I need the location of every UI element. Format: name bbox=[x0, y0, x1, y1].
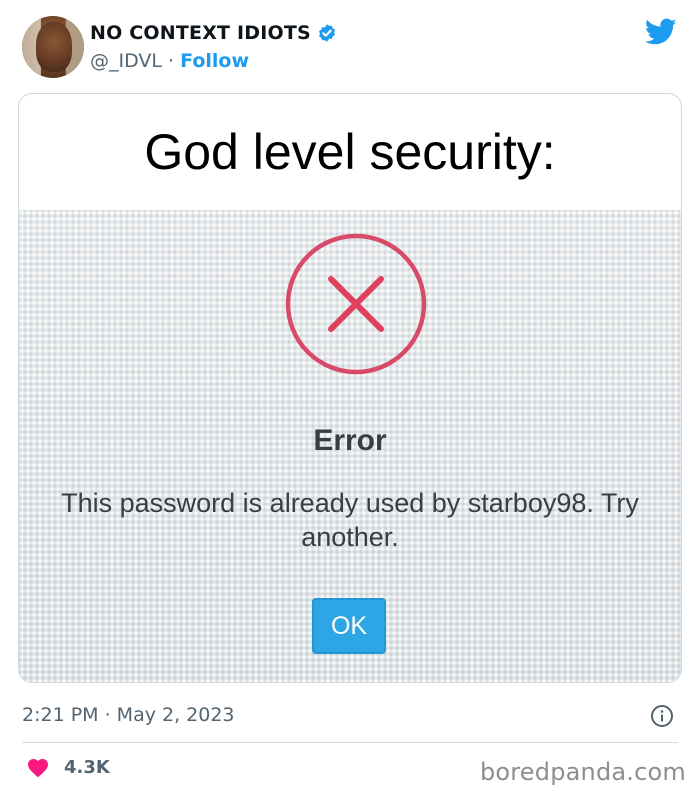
follow-button[interactable]: Follow bbox=[180, 50, 249, 72]
error-title: Error bbox=[313, 424, 387, 457]
like-action[interactable]: 4.3K bbox=[26, 756, 110, 778]
info-icon[interactable] bbox=[650, 704, 674, 728]
separator: · bbox=[168, 50, 175, 72]
meme-caption: God level security: bbox=[144, 124, 556, 180]
twitter-bird-icon[interactable] bbox=[645, 18, 677, 46]
timestamp[interactable]: 2:21 PM · May 2, 2023 bbox=[22, 704, 235, 726]
error-x-icon bbox=[285, 233, 427, 375]
error-message: This password is already used by starboy… bbox=[61, 488, 639, 552]
handle[interactable]: @_IDVL bbox=[90, 50, 162, 72]
like-count: 4.3K bbox=[64, 756, 110, 778]
tweet-header: NO CONTEXT IDIOTS @_IDVL · Follow bbox=[0, 0, 700, 92]
name-row: NO CONTEXT IDIOTS bbox=[90, 22, 337, 44]
verified-badge-icon bbox=[319, 24, 335, 42]
screen-photo: Error This password is already used by s… bbox=[19, 210, 681, 682]
boredpanda-watermark: boredpanda.com bbox=[479, 758, 686, 786]
avatar[interactable] bbox=[22, 16, 84, 78]
display-name[interactable]: NO CONTEXT IDIOTS bbox=[90, 22, 311, 44]
media-card[interactable]: God level security: Error This password … bbox=[18, 93, 682, 683]
handle-row: @_IDVL · Follow bbox=[90, 50, 249, 72]
heart-icon[interactable] bbox=[26, 756, 50, 778]
ok-button[interactable]: OK bbox=[312, 598, 386, 654]
divider bbox=[22, 742, 678, 743]
